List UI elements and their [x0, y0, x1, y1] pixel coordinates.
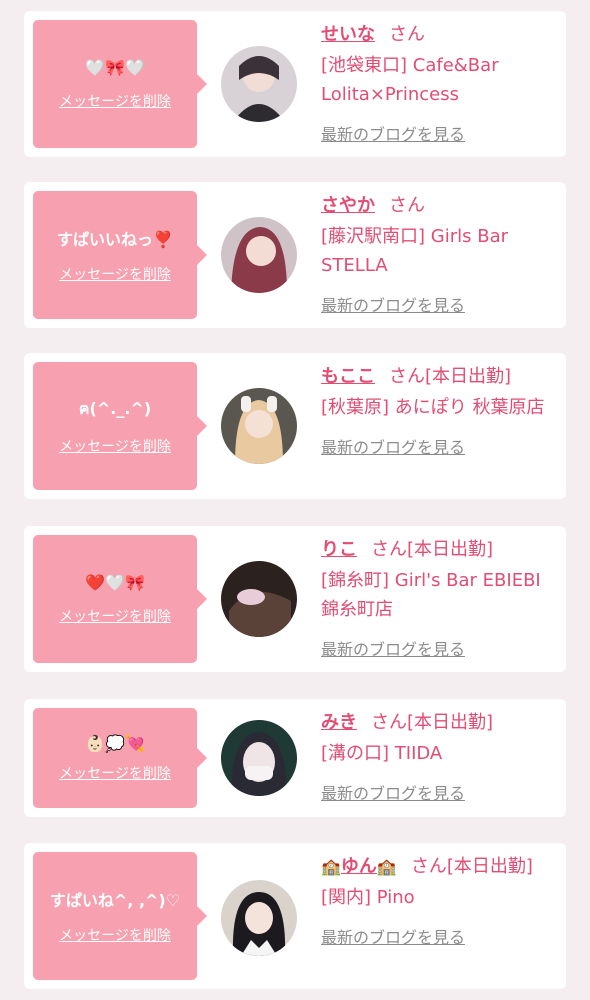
avatar-photo: [221, 388, 297, 464]
message-text: すぱいね^, ,^)♡: [49, 891, 181, 910]
name-line: りこ さん[本日出勤]: [321, 536, 556, 564]
cast-name-link[interactable]: せいな: [321, 24, 375, 45]
message-text: 👶🏻💭💘: [85, 733, 145, 753]
message-bubble: 👶🏻💭💘 メッセージを削除: [33, 708, 207, 808]
delete-message-link[interactable]: メッセージを削除: [59, 264, 171, 284]
delete-message-link[interactable]: メッセージを削除: [59, 925, 171, 945]
message-text: ❤️🤍🎀: [85, 572, 145, 592]
avatar[interactable]: [221, 880, 297, 956]
shop-name: [溝の口] TIIDA: [321, 743, 443, 764]
latest-blog-link[interactable]: 最新のブログを見る: [321, 121, 556, 145]
delete-message-link[interactable]: メッセージを削除: [59, 91, 171, 111]
avatar[interactable]: [221, 720, 297, 796]
avatar-photo: [221, 720, 297, 796]
shop-name: [池袋東口] Cafe&Bar Lolita×Princess: [321, 55, 499, 105]
latest-blog-link[interactable]: 最新のブログを見る: [321, 434, 556, 458]
school-icon: 🏫: [376, 857, 397, 876]
cast-info: もここ さん[本日出勤] [秋葉原] あにぽり 秋葉原店 最新のブログを見る: [321, 363, 556, 458]
message-bubble: 🤍🎀🤍 メッセージを削除: [33, 20, 207, 148]
message-card: 👶🏻💭💘 メッセージを削除 みき さん[本日出勤] [溝の口] TIIDA 最新の…: [24, 699, 566, 817]
shop-name: [関内] Pino: [321, 887, 415, 908]
name-line: もここ さん[本日出勤]: [321, 363, 556, 391]
shop-name: [錦糸町] Girl's Bar EBIEBI 錦糸町店: [321, 570, 541, 620]
message-card: ❤️🤍🎀 メッセージを削除 りこ さん[本日出勤] [錦糸町] Girl's Ba…: [24, 526, 566, 672]
message-text: すぱいいねっ❣️: [57, 230, 173, 249]
delete-message-link[interactable]: メッセージを削除: [59, 606, 171, 626]
honorific: さん[本日出勤]: [410, 856, 533, 877]
name-line: みき さん[本日出勤]: [321, 709, 556, 737]
message-card: ฅ(^._.^) メッセージを削除 もここ さん[本日出勤] [秋葉原] あにぽり…: [24, 353, 566, 499]
honorific: さん: [389, 195, 425, 216]
avatar-photo: [221, 217, 297, 293]
cast-name-link[interactable]: ゆん: [341, 856, 377, 877]
cast-info: みき さん[本日出勤] [溝の口] TIIDA 最新のブログを見る: [321, 709, 556, 804]
message-bubble: すぱいね^, ,^)♡ メッセージを削除: [33, 852, 207, 980]
message-card: すぱいいねっ❣️ メッセージを削除 さやか さん [藤沢駅南口] Girls Ba…: [24, 182, 566, 328]
shop-name: [藤沢駅南口] Girls Bar STELLA: [321, 226, 508, 276]
latest-blog-link[interactable]: 最新のブログを見る: [321, 292, 556, 316]
message-bubble: すぱいいねっ❣️ メッセージを削除: [33, 191, 207, 319]
name-line: せいな さん: [321, 21, 556, 49]
honorific: さん[本日出勤]: [389, 366, 512, 387]
honorific: さん: [389, 24, 425, 45]
avatar-photo: [221, 880, 297, 956]
honorific: さん[本日出勤]: [371, 712, 494, 733]
cast-name-link[interactable]: もここ: [321, 366, 375, 387]
avatar-photo: [221, 561, 297, 637]
shop-name: [秋葉原] あにぽり 秋葉原店: [321, 397, 545, 418]
cast-info: せいな さん [池袋東口] Cafe&Bar Lolita×Princess 最新…: [321, 21, 556, 145]
school-icon: 🏫: [321, 857, 341, 876]
avatar-photo: [221, 46, 297, 122]
honorific: さん[本日出勤]: [371, 539, 494, 560]
cast-info: 🏫ゆん🏫 さん[本日出勤] [関内] Pino 最新のブログを見る: [321, 853, 556, 948]
avatar[interactable]: [221, 388, 297, 464]
message-bubble: ฅ(^._.^) メッセージを削除: [33, 362, 207, 490]
message-card: 🤍🎀🤍 メッセージを削除 せいな さん [池袋東口] Cafe&Bar Lolit…: [24, 11, 566, 157]
message-text: 🤍🎀🤍: [85, 57, 145, 77]
cast-name-link[interactable]: さやか: [321, 195, 375, 216]
message-list: 🤍🎀🤍 メッセージを削除 せいな さん [池袋東口] Cafe&Bar Lolit…: [0, 0, 590, 1000]
delete-message-link[interactable]: メッセージを削除: [59, 436, 171, 456]
cast-info: りこ さん[本日出勤] [錦糸町] Girl's Bar EBIEBI 錦糸町店 …: [321, 536, 556, 660]
latest-blog-link[interactable]: 最新のブログを見る: [321, 924, 556, 948]
avatar[interactable]: [221, 561, 297, 637]
avatar[interactable]: [221, 217, 297, 293]
message-text: ฅ(^._.^): [78, 398, 152, 418]
cast-name-link[interactable]: みき: [321, 712, 357, 733]
message-bubble: ❤️🤍🎀 メッセージを削除: [33, 535, 207, 663]
latest-blog-link[interactable]: 最新のブログを見る: [321, 636, 556, 660]
cast-info: さやか さん [藤沢駅南口] Girls Bar STELLA 最新のブログを見る: [321, 192, 556, 316]
name-line: さやか さん: [321, 192, 556, 220]
delete-message-link[interactable]: メッセージを削除: [59, 763, 171, 783]
message-card: すぱいね^, ,^)♡ メッセージを削除 🏫ゆん🏫 さん[本日出勤] [関内] P…: [24, 843, 566, 989]
cast-name-link[interactable]: りこ: [321, 539, 357, 560]
avatar[interactable]: [221, 46, 297, 122]
latest-blog-link[interactable]: 最新のブログを見る: [321, 780, 556, 804]
name-line: 🏫ゆん🏫 さん[本日出勤]: [321, 853, 556, 881]
